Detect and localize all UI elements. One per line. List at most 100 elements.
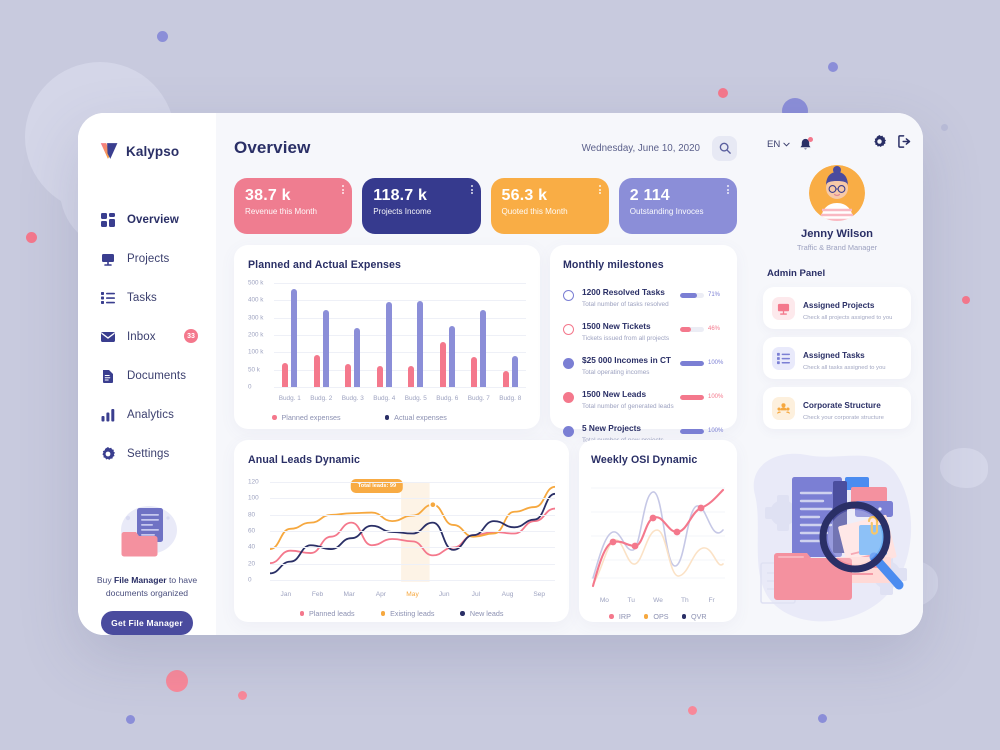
kpi-menu-icon[interactable] xyxy=(727,185,729,194)
sidebar-item-analytics[interactable]: Analytics xyxy=(78,396,216,433)
sidebar-item-overview[interactable]: Overview xyxy=(78,201,216,238)
kpi-card-projects-income[interactable]: 118.7 k Projects Income xyxy=(362,178,481,234)
bar[interactable] xyxy=(313,355,320,387)
kpi-label: Outstanding Invoces xyxy=(629,207,704,216)
progress: 100% xyxy=(680,428,724,434)
avatar[interactable] xyxy=(809,165,865,221)
right-topbar: EN xyxy=(763,127,911,161)
kpi-card-revenue[interactable]: 38.7 k Revenue this Month xyxy=(234,178,353,234)
grid-icon xyxy=(100,212,115,227)
bar-group xyxy=(400,283,432,391)
sidebar-item-projects[interactable]: Projects xyxy=(78,240,216,277)
kpi-menu-icon[interactable] xyxy=(598,185,601,194)
sidebar-item-tasks[interactable]: Tasks xyxy=(78,279,216,316)
envelope-icon xyxy=(100,329,115,344)
bar[interactable] xyxy=(502,371,509,387)
kpi-value: 38.7 k xyxy=(245,187,291,204)
data-point-marker[interactable] xyxy=(429,500,437,509)
bar[interactable] xyxy=(291,288,298,387)
grid-line xyxy=(270,531,555,532)
bar[interactable] xyxy=(417,301,424,387)
admin-card-subtitle: Check all projects assigned to you xyxy=(803,315,893,321)
progress-fill xyxy=(680,428,704,434)
logout-button[interactable] xyxy=(898,135,911,153)
brand-logo[interactable]: Kalypso xyxy=(78,135,216,167)
user-name: Jenny Wilson xyxy=(800,228,873,240)
language-selector[interactable]: EN xyxy=(767,139,790,150)
logout-icon xyxy=(898,135,911,148)
right-icon-group xyxy=(873,135,911,153)
legend-label: OPS xyxy=(653,612,669,621)
decorative-dot xyxy=(166,670,188,692)
progress-percent: 100% xyxy=(708,428,724,434)
bar[interactable] xyxy=(408,366,415,387)
app-window: Kalypso Overview Projects Tasks Inbox 33… xyxy=(78,113,923,635)
bar[interactable] xyxy=(376,366,383,387)
list-item[interactable]: 1500 New Tickets Tickets issued from all … xyxy=(563,316,724,342)
inbox-badge: 33 xyxy=(184,329,198,344)
admin-card-title: Assigned Projects xyxy=(803,301,875,310)
y-axis-tick: 300 k xyxy=(248,314,264,322)
bar[interactable] xyxy=(448,326,455,387)
bar[interactable] xyxy=(354,328,361,387)
kpi-menu-icon[interactable] xyxy=(342,185,345,194)
progress-track xyxy=(680,394,704,400)
legend-label: IRP xyxy=(618,612,631,621)
kpi-card-quoted[interactable]: 56.3 k Quoted this Month xyxy=(490,178,609,234)
legend-label: QVR xyxy=(691,612,707,621)
right-panel: EN Jenny Wilson Traffic & Brand Manager … xyxy=(753,113,923,635)
leads-legend: Planned leads Existing leads New leads xyxy=(248,609,555,618)
y-axis-tick: 80 xyxy=(248,511,256,519)
admin-card-assigned-projects[interactable]: Assigned Projects Check all projects assi… xyxy=(763,287,911,329)
admin-card-assigned-tasks[interactable]: Assigned Tasks Check all tasks assigned t… xyxy=(763,337,911,379)
file-manager-promo: Buy File Manager to have documents organ… xyxy=(78,500,216,635)
progress: 100% xyxy=(680,394,724,400)
admin-card-corporate-structure[interactable]: Corporate Structure Check your corporate … xyxy=(763,387,911,429)
notifications-button[interactable] xyxy=(799,136,814,151)
decorative-dot xyxy=(238,691,247,700)
sidebar-item-inbox[interactable]: Inbox 33 xyxy=(78,318,216,355)
file-manager-illustration-icon xyxy=(104,500,190,566)
bar-chart-icon xyxy=(100,407,115,422)
list-item[interactable]: 1200 Resolved Tasks Total number of tasks… xyxy=(563,282,724,308)
list-item[interactable]: $25 000 Incomes in CT Total operating inc… xyxy=(563,350,724,376)
y-axis-tick: 400 k xyxy=(248,296,264,304)
kpi-menu-icon[interactable] xyxy=(470,185,473,194)
bar[interactable] xyxy=(511,355,518,387)
milestone-title: $25 000 Incomes in CT xyxy=(582,355,672,365)
topbar-right: Wednesday, June 10, 2020 xyxy=(582,135,737,161)
bar-group xyxy=(274,283,306,391)
expenses-bar-chart: 0 50 k 100 k 200 k 300 k 400 k 500 k xyxy=(248,280,526,391)
milestone-title: 1500 New Tickets xyxy=(582,321,651,331)
bar[interactable] xyxy=(471,357,478,387)
bar[interactable] xyxy=(322,309,329,387)
y-axis-tick: 0 xyxy=(248,576,252,584)
bar[interactable] xyxy=(345,363,352,387)
settings-button[interactable] xyxy=(873,135,886,153)
bar[interactable] xyxy=(282,362,289,387)
search-button[interactable] xyxy=(712,135,737,161)
bar[interactable] xyxy=(480,309,487,387)
progress: 71% xyxy=(680,292,724,298)
milestone-title: 5 New Projects xyxy=(582,423,642,433)
kpi-card-outstanding-invoices[interactable]: 2 114 Outstanding Invoces xyxy=(618,178,737,234)
get-file-manager-button[interactable]: Get File Manager xyxy=(101,611,193,635)
x-axis-tick: Apr xyxy=(375,591,386,598)
expenses-chart-title: Planned and Actual Expenses xyxy=(248,259,402,271)
x-axis-tick: Budg. 1 xyxy=(278,395,301,402)
main-content: Overview Wednesday, June 10, 2020 38.7 k… xyxy=(216,113,753,635)
sidebar-item-documents[interactable]: Documents xyxy=(78,357,216,394)
bar[interactable] xyxy=(385,301,392,387)
sidebar-item-settings[interactable]: Settings xyxy=(78,435,216,472)
legend-item: QVR xyxy=(681,612,707,621)
list-icon xyxy=(772,346,795,370)
bar[interactable] xyxy=(439,341,446,387)
decorative-dot xyxy=(157,31,168,42)
legend-label: Planned leads xyxy=(309,609,355,618)
x-axis-tick: Aug xyxy=(501,591,514,598)
expenses-legend: Planned expenses Actual expenses xyxy=(248,413,526,422)
osi-chart-card: Weekly OSI Dynamic Mo Tu We Th Fr IRP OP… xyxy=(579,440,737,622)
grid-line xyxy=(270,547,555,549)
list-item[interactable]: 1500 New Leads Total number of generated … xyxy=(563,384,724,410)
leads-x-axis: Jan Feb Mar Apr May Jun Jul Aug Sep xyxy=(270,591,555,598)
